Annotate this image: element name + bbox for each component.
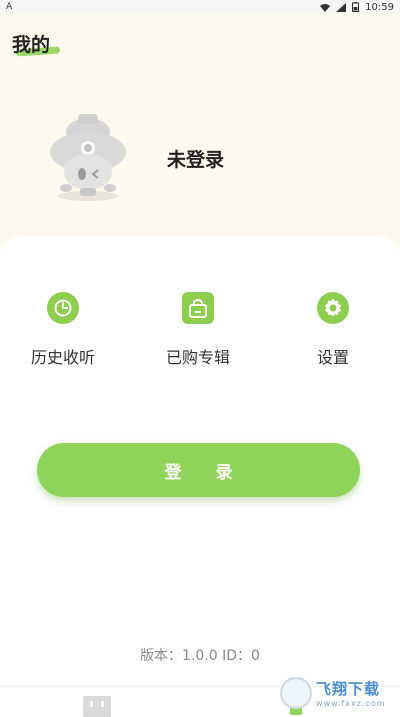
watermark-sub-text: www.fxxz.com — [316, 699, 386, 708]
login-status-text[interactable]: 未登录 — [167, 145, 224, 172]
avatar[interactable] — [38, 110, 138, 205]
watermark-main-text: 飞翔下载 — [316, 680, 381, 698]
watermark-logo: 飞翔下载 www.fxxz.com — [280, 673, 395, 713]
menu-item-history[interactable]: 历史收听 — [8, 292, 118, 368]
status-bar: A 10:59 — [0, 0, 400, 14]
clock-icon — [47, 292, 79, 324]
menu-item-purchased[interactable]: 已购专辑 — [143, 292, 253, 368]
version-text: 版本：1.0.0 ID：0 — [140, 648, 260, 664]
page-title: 我的 — [12, 34, 51, 56]
menu-item-settings[interactable]: 设置 — [278, 292, 388, 368]
signal-icon — [336, 2, 347, 12]
wifi-icon — [320, 3, 331, 12]
home-tab-icon[interactable] — [82, 695, 112, 717]
watermark-text: 飞翔下载 www.fxxz.com — [316, 678, 386, 708]
menu-item-label: 已购专辑 — [165, 348, 230, 367]
shopping-bag-icon — [182, 292, 214, 324]
status-icons: 10:59 — [320, 2, 394, 13]
page-title-wrap: 我的 — [12, 30, 61, 57]
menu-item-label: 历史收听 — [30, 348, 95, 367]
battery-icon — [352, 2, 360, 12]
status-time: 10:59 — [365, 1, 394, 13]
menu-item-label: 设置 — [316, 348, 349, 367]
status-indicator: A — [6, 2, 13, 12]
watermark-emblem-icon — [280, 677, 312, 709]
gear-icon — [317, 292, 349, 324]
login-button[interactable]: 登 录 — [37, 443, 360, 497]
